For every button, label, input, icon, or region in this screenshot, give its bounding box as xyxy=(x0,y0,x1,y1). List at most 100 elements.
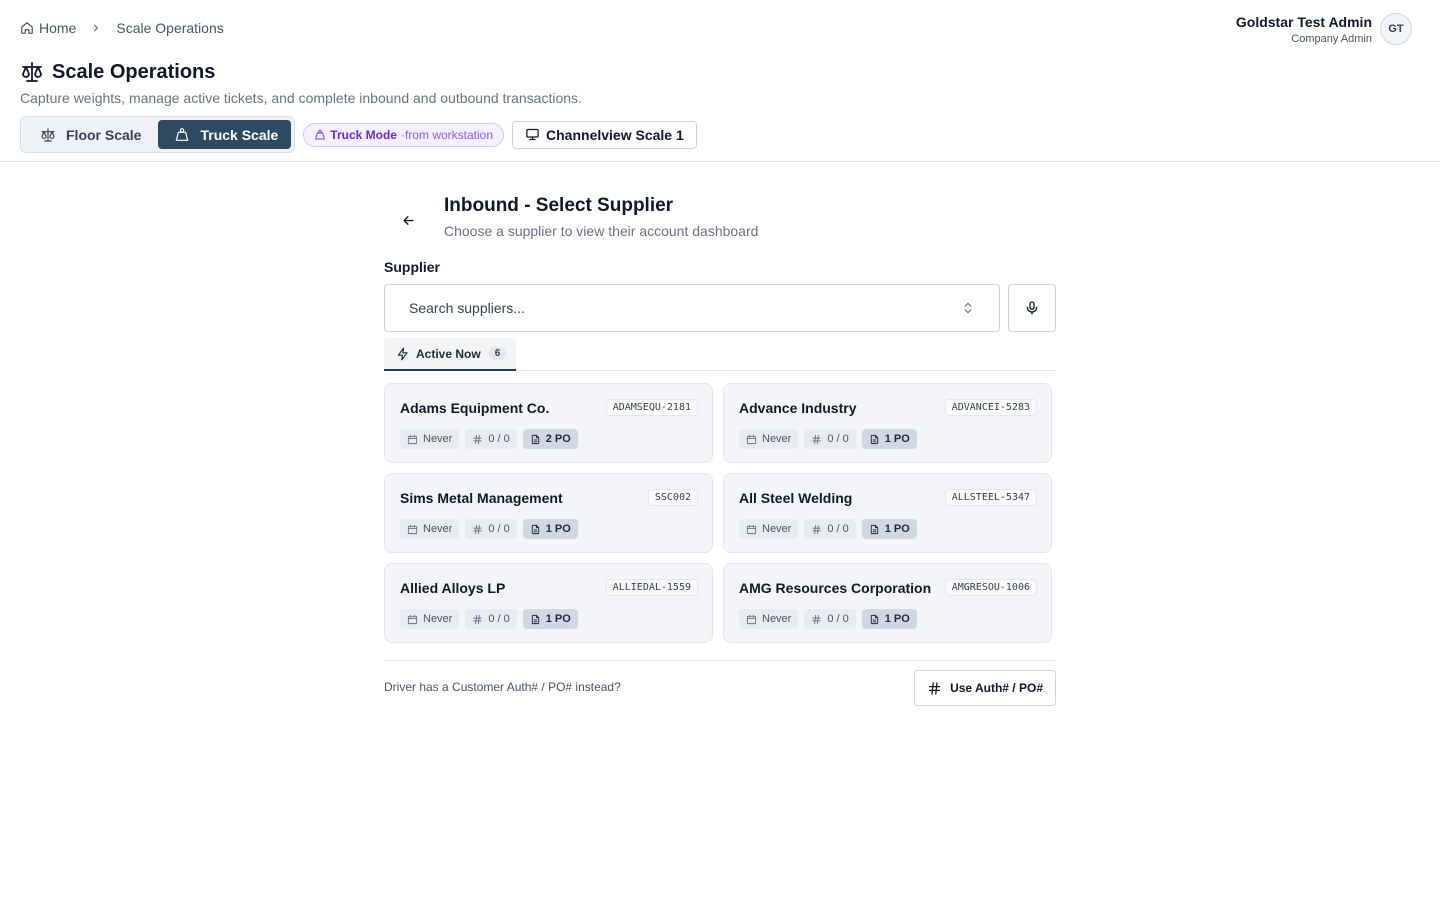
po-count-chip: 2 PO xyxy=(522,429,578,449)
supplier-code-badge: ALLSTEEL-5347 xyxy=(944,489,1037,506)
avatar[interactable]: GT xyxy=(1380,13,1412,45)
ticket-count-chip: 0 / 0 xyxy=(804,519,856,539)
hash-icon xyxy=(811,524,822,535)
document-icon xyxy=(530,524,541,535)
auth-footer: Driver has a Customer Auth# / PO# instea… xyxy=(384,660,1056,706)
supplier-card[interactable]: Adams Equipment Co. ADAMSEQU-2181 Never 0 /… xyxy=(384,383,713,463)
last-visit-value: Never xyxy=(762,523,792,535)
tab-active-now-label: Active Now xyxy=(416,346,481,361)
ticket-count-value: 0 / 0 xyxy=(488,613,510,625)
last-visit-chip: Never xyxy=(739,609,799,629)
arrow-left-icon xyxy=(401,213,416,228)
supplier-card[interactable]: Advance Industry ADVANCEI-5283 Never 0 / 0 1… xyxy=(723,383,1052,463)
supplier-name: Adams Equipment Co. xyxy=(400,399,550,416)
back-button[interactable] xyxy=(396,208,420,232)
supplier-code-badge: AMGRESOU-1006 xyxy=(944,579,1037,596)
weight-icon xyxy=(174,127,190,143)
hash-icon xyxy=(811,614,822,625)
station-label: Channelview Scale 1 xyxy=(546,126,684,143)
supplier-card[interactable]: Allied Alloys LP ALLIEDAL-1559 Never 0 / 0 1… xyxy=(384,563,713,643)
calendar-icon xyxy=(407,614,418,625)
document-icon xyxy=(869,614,880,625)
mode-row: Floor Scale Truck Scale Truck Mode ·from… xyxy=(20,116,697,153)
breadcrumb-home[interactable]: Home xyxy=(20,20,76,36)
user-menu[interactable]: Goldstar Test Admin Company Admin GT xyxy=(1236,13,1412,45)
po-count-value: 1 PO xyxy=(884,523,910,535)
last-visit-chip: Never xyxy=(400,519,460,539)
supplier-search-placeholder: Search suppliers... xyxy=(409,300,525,316)
supplier-tabs: Active Now 6 xyxy=(384,338,1056,371)
page-subtitle: Capture weights, manage active tickets, … xyxy=(20,90,582,106)
use-auth-po-button[interactable]: Use Auth# / PO# xyxy=(914,670,1056,706)
hash-icon xyxy=(811,434,822,445)
supplier-code-badge: SSC002 xyxy=(647,489,698,506)
page-header: Home Scale Operations Goldstar Test Admi… xyxy=(0,0,1440,162)
ticket-count-chip: 0 / 0 xyxy=(465,519,517,539)
tab-count-badge: 6 xyxy=(488,347,507,360)
document-icon xyxy=(869,524,880,535)
last-visit-value: Never xyxy=(762,613,792,625)
last-visit-value: Never xyxy=(762,433,792,445)
voice-search-button[interactable] xyxy=(1008,284,1056,332)
supplier-name: Allied Alloys LP xyxy=(400,579,506,596)
po-count-value: 1 PO xyxy=(884,613,910,625)
floor-scale-button[interactable]: Floor Scale xyxy=(24,120,154,149)
last-visit-value: Never xyxy=(423,613,453,625)
calendar-icon xyxy=(746,434,757,445)
truck-scale-label: Truck Scale xyxy=(200,126,279,143)
scale-icon xyxy=(40,127,56,143)
truck-scale-button[interactable]: Truck Scale xyxy=(158,120,292,149)
po-count-chip: 1 PO xyxy=(861,519,917,539)
hash-icon xyxy=(472,434,483,445)
supplier-card[interactable]: Sims Metal Management SSC002 Never 0 / 0 1 P… xyxy=(384,473,713,553)
panel-title: Inbound - Select Supplier xyxy=(444,195,674,216)
po-count-value: 1 PO xyxy=(884,433,910,445)
calendar-icon xyxy=(407,524,418,535)
ticket-count-value: 0 / 0 xyxy=(488,523,510,535)
auth-prompt-text: Driver has a Customer Auth# / PO# instea… xyxy=(384,680,621,694)
last-visit-value: Never xyxy=(423,433,453,445)
user-role: Company Admin xyxy=(1291,32,1372,45)
supplier-name: AMG Resources Corporation xyxy=(739,579,932,596)
po-count-value: 1 PO xyxy=(545,523,571,535)
monitor-icon xyxy=(525,127,540,142)
last-visit-chip: Never xyxy=(400,429,460,449)
station-selector-button[interactable]: Channelview Scale 1 xyxy=(512,120,697,149)
ticket-count-value: 0 / 0 xyxy=(488,433,510,445)
supplier-code-badge: ALLIEDAL-1559 xyxy=(605,579,698,596)
panel-subtitle: Choose a supplier to view their account … xyxy=(444,223,759,239)
document-icon xyxy=(530,614,541,625)
tab-active-now[interactable]: Active Now 6 xyxy=(384,338,516,371)
use-auth-po-label: Use Auth# / PO# xyxy=(950,681,1043,695)
last-visit-chip: Never xyxy=(400,609,460,629)
microphone-icon xyxy=(1024,300,1040,316)
page-title-row: Scale Operations xyxy=(20,60,215,84)
supplier-code-badge: ADAMSEQU-2181 xyxy=(605,399,698,416)
truck-mode-label: Truck Mode xyxy=(330,127,397,142)
page-title: Scale Operations xyxy=(52,60,216,83)
po-count-chip: 1 PO xyxy=(861,429,917,449)
ticket-count-chip: 0 / 0 xyxy=(465,609,517,629)
supplier-card[interactable]: AMG Resources Corporation AMGRESOU-1006 Ne… xyxy=(723,563,1052,643)
home-icon xyxy=(20,21,34,35)
ticket-count-chip: 0 / 0 xyxy=(804,609,856,629)
document-icon xyxy=(869,434,880,445)
po-count-value: 2 PO xyxy=(545,433,571,445)
supplier-card[interactable]: All Steel Welding ALLSTEEL-5347 Never 0 / 0… xyxy=(723,473,1052,553)
truck-mode-badge: Truck Mode ·from workstation xyxy=(303,122,505,147)
po-count-value: 1 PO xyxy=(545,613,571,625)
last-visit-chip: Never xyxy=(739,429,799,449)
ticket-count-value: 0 / 0 xyxy=(827,523,849,535)
calendar-icon xyxy=(746,614,757,625)
ticket-count-chip: 0 / 0 xyxy=(465,429,517,449)
ticket-count-value: 0 / 0 xyxy=(827,433,849,445)
breadcrumb-home-label: Home xyxy=(39,20,77,36)
po-count-chip: 1 PO xyxy=(522,609,578,629)
supplier-search-combobox[interactable]: Search suppliers... xyxy=(384,284,1000,332)
document-icon xyxy=(530,434,541,445)
hash-icon xyxy=(472,524,483,535)
hash-icon xyxy=(927,681,942,696)
user-name: Goldstar Test Admin xyxy=(1235,13,1372,30)
hash-icon xyxy=(472,614,483,625)
floor-scale-label: Floor Scale xyxy=(66,126,142,143)
